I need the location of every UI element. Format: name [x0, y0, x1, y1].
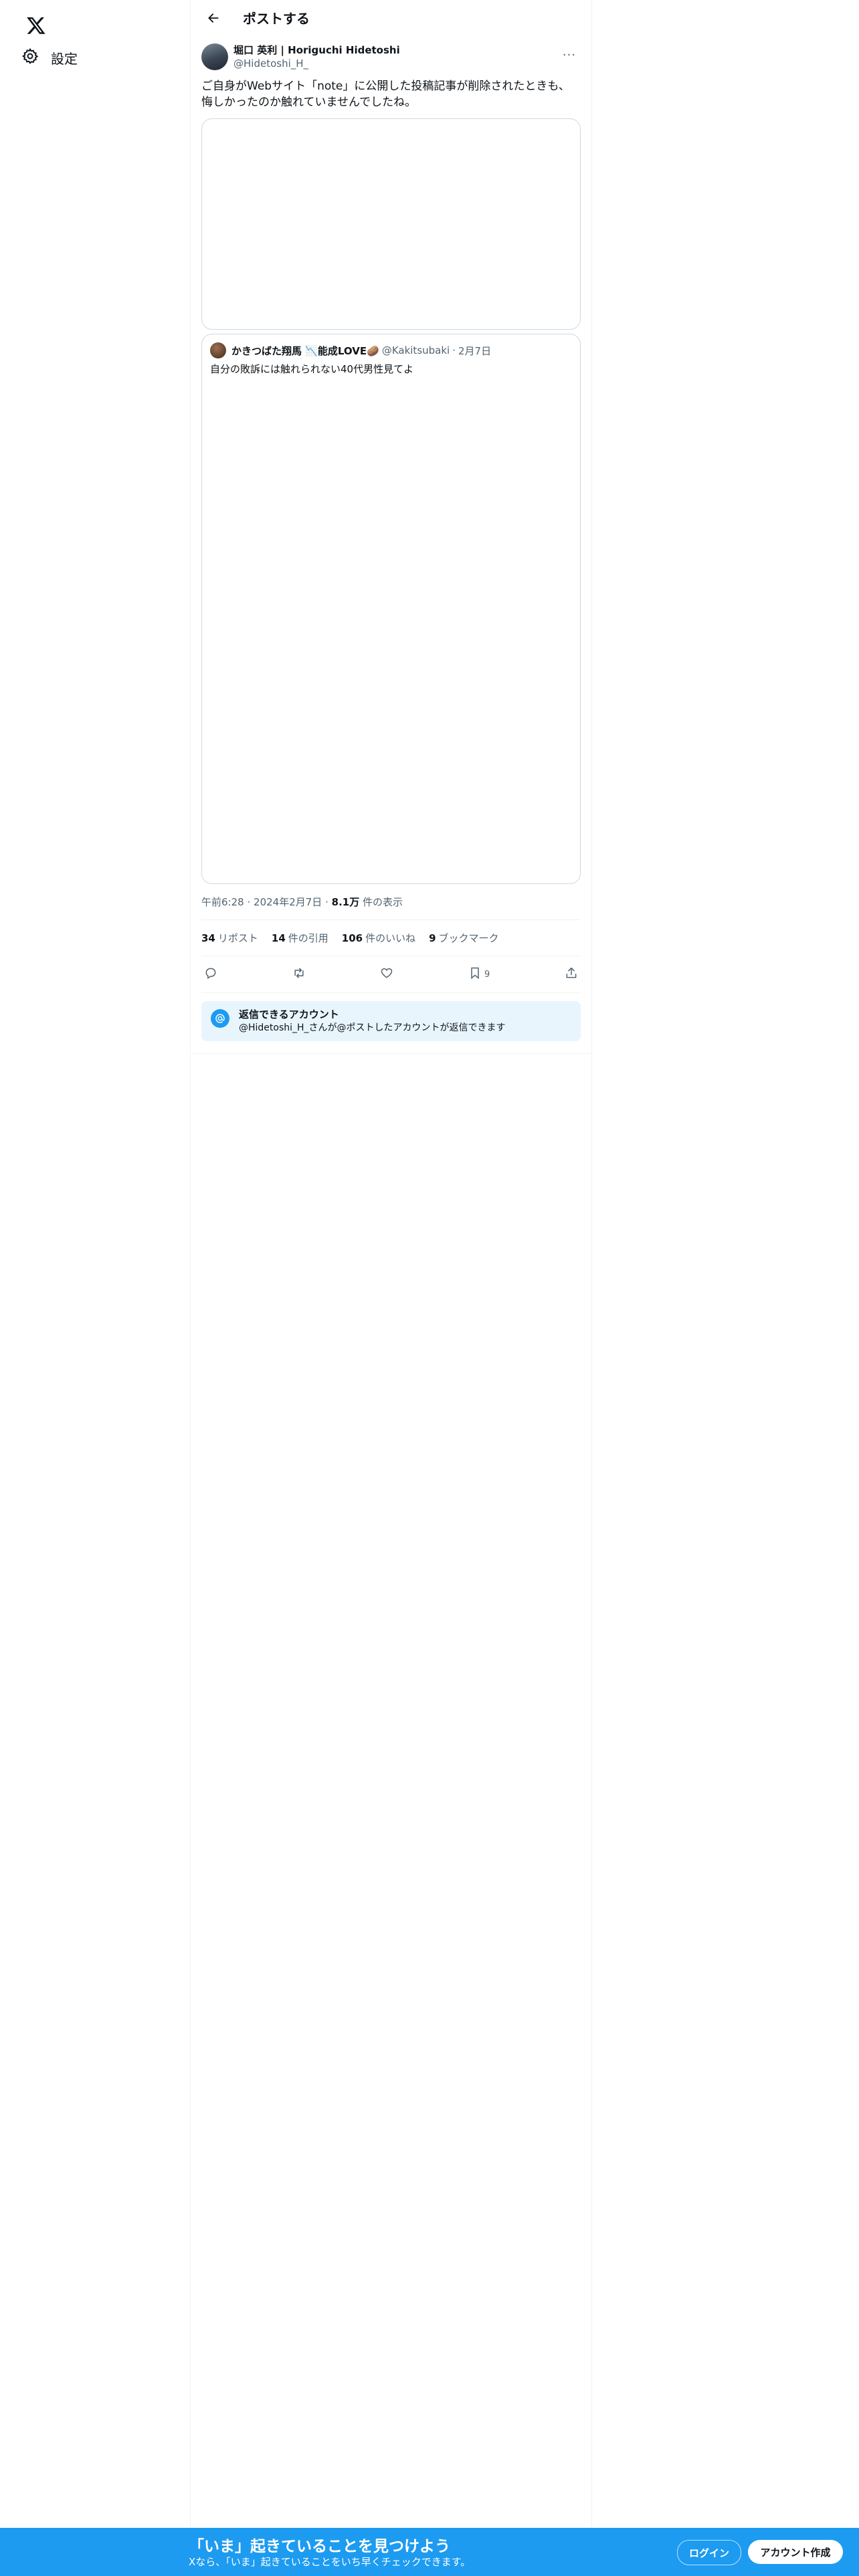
post-stats: 34 リポスト 14 件の引用 106 件のいいね 9 ブックマーク	[201, 920, 581, 956]
share-button[interactable]	[565, 963, 578, 986]
post-time[interactable]: 午前6:28	[201, 896, 244, 908]
post-date[interactable]: 2024年2月7日	[254, 896, 322, 908]
post-timestamp: 午前6:28 · 2024年2月7日 · 8.1万 件の表示	[201, 884, 581, 920]
quotes-count: 14	[271, 932, 286, 944]
main-column: ポストする 堀口 英利 | Horiguchi Hidetoshi @Hidet…	[191, 0, 591, 1054]
heart-icon	[380, 966, 393, 982]
back-arrow-icon[interactable]	[201, 6, 225, 30]
reposts-stat[interactable]: 34 リポスト	[201, 931, 258, 945]
views-count: 8.1万	[331, 896, 360, 908]
post-actions: 9	[201, 956, 581, 993]
at-sign-icon	[211, 1009, 229, 1028]
reposts-label: リポスト	[217, 932, 258, 944]
avatar[interactable]	[201, 43, 228, 70]
bookmark-icon	[468, 966, 482, 982]
bookmarks-stat[interactable]: 9 ブックマーク	[429, 931, 498, 945]
bottom-bar-subtitle: Xなら、「いま」起きていることをいち早くチェックできます。	[189, 2556, 471, 2568]
more-options-icon[interactable]: ···	[558, 43, 581, 66]
reply-icon	[204, 966, 217, 982]
author-handle[interactable]: @Hidetoshi_H_	[233, 57, 400, 70]
reply-restriction-subtitle: @Hidetoshi_H_さんが@ポストしたアカウントが返信できます	[239, 1023, 506, 1033]
bottom-bar-title: 「いま」起きていることを見つけよう	[189, 2538, 450, 2555]
quoted-handle: @Kakitsubaki	[381, 344, 450, 356]
repost-button[interactable]	[292, 963, 306, 986]
left-nav: 設定	[0, 0, 190, 2528]
nav-settings-label: 設定	[51, 50, 78, 67]
quotes-stat[interactable]: 14 件の引用	[272, 931, 328, 945]
reposts-count: 34	[201, 932, 215, 944]
login-button[interactable]: ログイン	[677, 2540, 741, 2565]
quoted-separator: ·	[452, 344, 456, 356]
main-bottom-divider	[191, 1052, 591, 1054]
timestamp-separator-2: ·	[325, 896, 328, 908]
post: 堀口 英利 | Horiguchi Hidetoshi @Hidetoshi_H…	[191, 35, 591, 1041]
column-divider-right	[591, 0, 592, 2528]
like-button[interactable]	[380, 963, 393, 986]
post-author: 堀口 英利 | Horiguchi Hidetoshi @Hidetoshi_H…	[201, 43, 581, 70]
author-names: 堀口 英利 | Horiguchi Hidetoshi @Hidetoshi_H…	[233, 43, 400, 70]
timestamp-separator: ·	[247, 896, 251, 908]
page-title: ポストする	[243, 11, 310, 27]
views-label: 件の表示	[363, 896, 403, 908]
bookmark-button[interactable]: 9	[468, 963, 490, 986]
x-logo-icon[interactable]	[16, 5, 56, 45]
quotes-label: 件の引用	[288, 932, 328, 944]
likes-count: 106	[341, 932, 363, 944]
bookmarks-label: ブックマーク	[438, 932, 499, 944]
quoted-post-header: かきつばた翔馬 📉能成LOVE🥔 @Kakitsubaki · 2月7日	[210, 342, 572, 358]
likes-stat[interactable]: 106 件のいいね	[342, 931, 415, 945]
bookmark-count: 9	[484, 969, 490, 980]
repost-icon	[292, 966, 306, 982]
signup-bottom-bar: 「いま」起きていることを見つけよう Xなら、「いま」起きていることをいち早くチェ…	[0, 2528, 859, 2576]
media-card[interactable]	[201, 118, 581, 330]
quoted-date: 2月7日	[458, 344, 492, 357]
quoted-avatar	[210, 342, 226, 358]
author-display-name[interactable]: 堀口 英利 | Horiguchi Hidetoshi	[233, 43, 400, 57]
reply-restriction-title: 返信できるアカウント	[239, 1008, 339, 1021]
top-bar: ポストする	[191, 0, 591, 35]
gear-icon	[21, 47, 39, 68]
post-text: ご自身がWebサイト「note」に公開した投稿記事が削除されたときも、悔しかった…	[201, 80, 570, 109]
likes-label: 件のいいね	[365, 932, 416, 944]
signup-button[interactable]: アカウント作成	[748, 2540, 843, 2564]
quoted-display-name: かきつばた翔馬 📉能成LOVE🥔	[231, 344, 379, 357]
share-icon	[565, 966, 578, 982]
reply-restriction-banner: 返信できるアカウント @Hidetoshi_H_さんが@ポストしたアカウントが返…	[201, 1001, 581, 1041]
quoted-post[interactable]: かきつばた翔馬 📉能成LOVE🥔 @Kakitsubaki · 2月7日 自分の…	[201, 334, 581, 884]
quoted-text: 自分の敗訴には触れられない40代男性見てよ	[210, 363, 414, 375]
nav-settings[interactable]: 設定	[11, 40, 88, 75]
bookmarks-count: 9	[429, 932, 436, 944]
reply-button[interactable]	[204, 963, 217, 986]
